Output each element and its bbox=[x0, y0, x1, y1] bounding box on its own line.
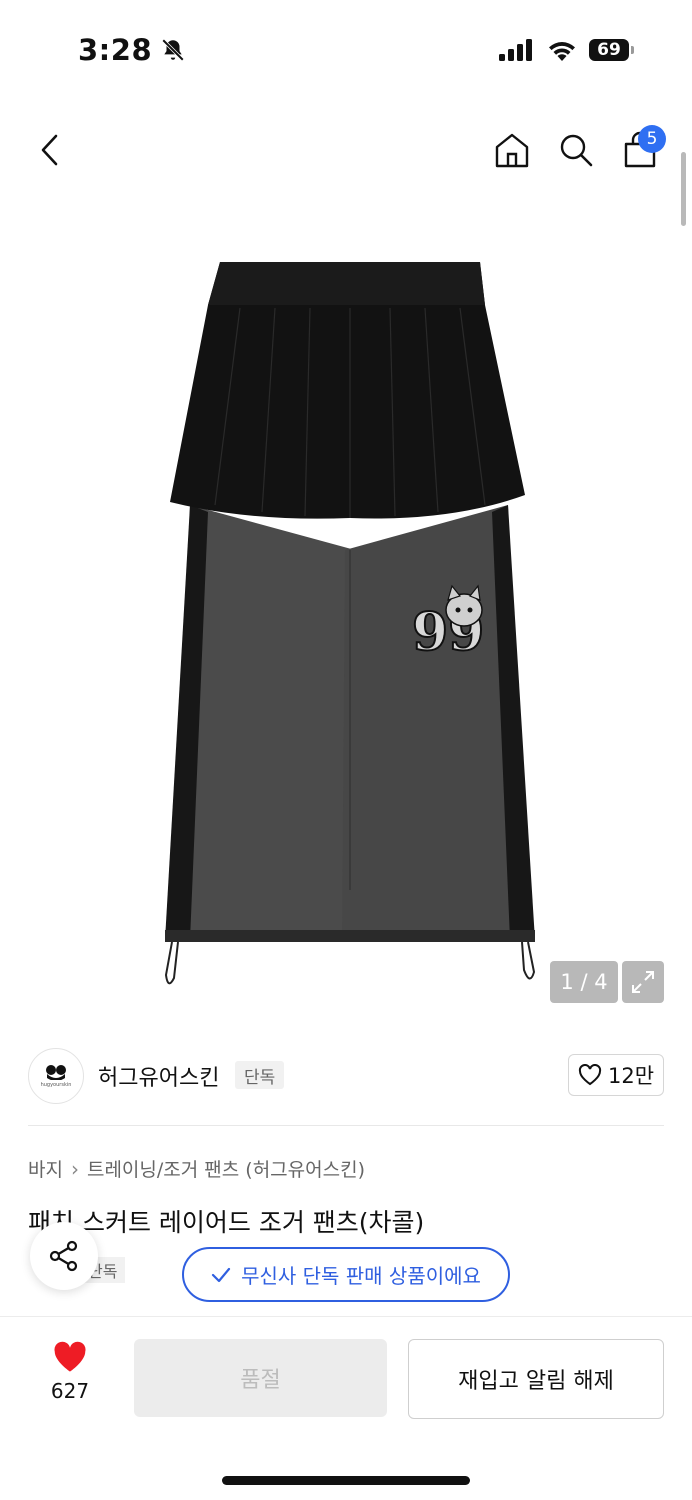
breadcrumb-item-subcategory[interactable]: 트레이닝/조거 팬츠 (허그유어스킨) bbox=[87, 1155, 365, 1182]
status-indicators: 69 bbox=[499, 39, 634, 61]
product-page: 3:28 69 5 99 1 / 4 hugyourskin 허그유어스킨 단독… bbox=[0, 0, 692, 1500]
cart-count-badge: 5 bbox=[638, 125, 666, 153]
product-photo: 99 bbox=[164, 262, 536, 985]
image-counter: 1 / 4 bbox=[550, 961, 618, 1003]
search-icon bbox=[560, 134, 593, 167]
exclusive-notice-label: 무신사 단독 판매 상품이에요 bbox=[241, 1264, 481, 1288]
brand-logo-text: hugyourskin bbox=[40, 1082, 72, 1088]
search-button[interactable] bbox=[554, 120, 598, 180]
home-indicator[interactable] bbox=[222, 1476, 470, 1485]
product-title: 패치 스커트 레이어드 조거 팬츠(차콜) bbox=[28, 1208, 425, 1237]
bottom-action-bar: 627 품절 재입고 알림 해제 bbox=[0, 1316, 692, 1500]
signal-icon bbox=[499, 39, 532, 61]
expand-image-button[interactable] bbox=[622, 961, 664, 1003]
wifi-icon bbox=[549, 42, 575, 61]
checkmark-icon bbox=[211, 1267, 231, 1282]
battery-level: 69 bbox=[589, 39, 629, 61]
chevron-right-icon: › bbox=[70, 1156, 79, 1181]
wishlist-button[interactable]: 627 bbox=[30, 1341, 110, 1411]
battery-icon: 69 bbox=[589, 39, 634, 61]
product-image[interactable]: 99 bbox=[150, 250, 550, 1000]
brand-like-count: 12만 bbox=[607, 1064, 655, 1088]
battery-tip bbox=[631, 46, 634, 54]
restock-alert-button[interactable]: 재입고 알림 해제 bbox=[408, 1339, 664, 1419]
heart-outline-icon bbox=[578, 1064, 602, 1086]
breadcrumb-item-category[interactable]: 바지 bbox=[28, 1155, 63, 1182]
status-time: 3:28 bbox=[78, 33, 153, 67]
brand-name[interactable]: 허그유어스킨 bbox=[98, 1060, 219, 1092]
exclusive-notice[interactable]: 무신사 단독 판매 상품이에요 bbox=[182, 1247, 510, 1302]
expand-icon bbox=[632, 971, 654, 993]
brand-like-button[interactable]: 12만 bbox=[568, 1054, 664, 1096]
soldout-button[interactable]: 품절 bbox=[134, 1339, 387, 1417]
brand-logo-icon bbox=[46, 1065, 66, 1080]
wishlist-count: 627 bbox=[50, 1379, 90, 1403]
divider bbox=[28, 1125, 664, 1126]
heart-filled-icon bbox=[54, 1341, 86, 1372]
home-icon bbox=[495, 133, 529, 168]
status-time-group: 3:28 bbox=[78, 33, 186, 67]
share-button[interactable] bbox=[30, 1222, 98, 1290]
scrollbar[interactable] bbox=[681, 152, 686, 226]
brand-row: hugyourskin 허그유어스킨 단독 12만 bbox=[28, 1046, 664, 1104]
waistband bbox=[208, 262, 485, 305]
back-icon bbox=[41, 134, 58, 166]
brand-logo[interactable]: hugyourskin bbox=[28, 1048, 84, 1104]
share-icon bbox=[49, 1240, 78, 1272]
home-button[interactable] bbox=[490, 120, 534, 180]
cart-button[interactable]: 5 bbox=[618, 120, 666, 180]
bell-slash-icon bbox=[162, 39, 185, 61]
top-navigation: 5 bbox=[0, 120, 692, 180]
breadcrumb: 바지 › 트레이닝/조거 팬츠 (허그유어스킨) bbox=[28, 1155, 365, 1182]
back-button[interactable] bbox=[28, 120, 72, 180]
exclusive-badge: 단독 bbox=[235, 1061, 285, 1089]
status-bar: 3:28 69 bbox=[0, 0, 692, 100]
